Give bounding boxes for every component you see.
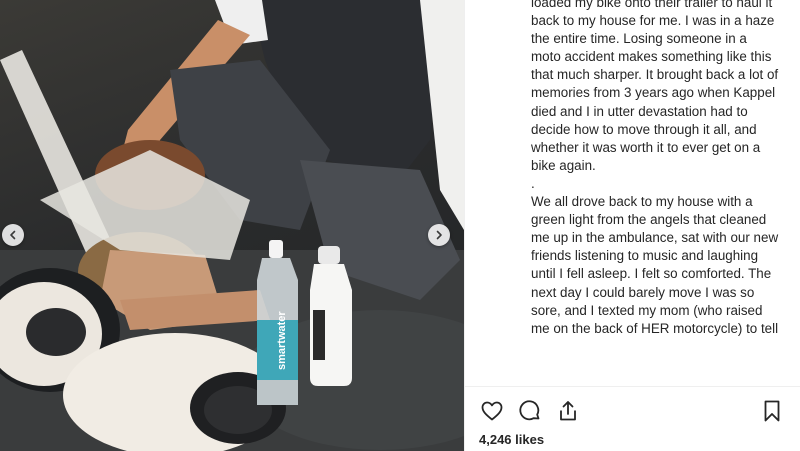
post-sidebar: loaded my bike onto their trailer to hau… [464, 0, 800, 451]
divider [465, 386, 800, 387]
caption-paragraph-1: loaded my bike onto their trailer to hau… [531, 0, 779, 173]
share-button[interactable] [555, 398, 581, 424]
post-caption[interactable]: loaded my bike onto their trailer to hau… [531, 0, 779, 384]
instagram-post: smartwater loaded my bike onto their tra… [0, 0, 800, 451]
chevron-right-icon [436, 230, 442, 240]
previous-photo-button[interactable] [2, 224, 24, 246]
likes-count[interactable]: 4,246 likes [479, 432, 544, 447]
caption-paragraph-2: We all drove back to my house with a gre… [531, 194, 779, 336]
post-photo[interactable]: smartwater [0, 0, 464, 451]
comment-button[interactable] [517, 398, 543, 424]
like-button[interactable] [479, 398, 505, 424]
photo-illustration [0, 0, 464, 451]
share-icon [560, 401, 576, 421]
caption-separator: . [531, 175, 535, 191]
action-bar [479, 398, 785, 424]
heart-icon [481, 401, 503, 421]
chevron-left-icon [10, 230, 16, 240]
next-photo-button[interactable] [428, 224, 450, 246]
comment-icon [519, 400, 540, 421]
bookmark-icon [764, 400, 780, 422]
bottle-label: smartwater [276, 311, 288, 370]
save-button[interactable] [759, 398, 785, 424]
